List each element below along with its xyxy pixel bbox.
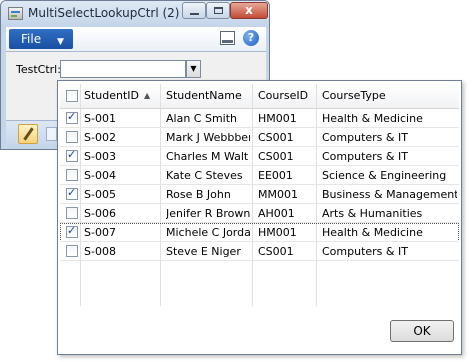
window-title: MultiSelectLookupCtrl (2)	[28, 6, 180, 20]
table-row[interactable]: ✓ S-008 Steve E Niger CS001 Computers & IT	[60, 242, 459, 261]
table-row[interactable]: ✓ S-005 Rose B John MM001 Business & Managem…	[60, 185, 459, 204]
cell-courseid: CS001	[258, 150, 294, 163]
row-checkbox[interactable]: ✓	[66, 245, 78, 257]
grid-header: ✓ StudentID ▲ StudentName CourseID Cours…	[60, 84, 459, 109]
cell-studentname: Alan C Smith	[166, 112, 238, 125]
column-header-studentname[interactable]: StudentName	[166, 84, 242, 108]
column-header-coursetype[interactable]: CourseType	[322, 84, 386, 108]
lookup-dropdown-button[interactable]: ▼	[186, 60, 201, 78]
cell-studentid: S-006	[84, 207, 116, 220]
cell-courseid: CS001	[258, 245, 294, 258]
row-checkbox[interactable]: ✓	[66, 169, 78, 181]
ok-button[interactable]: OK	[390, 320, 454, 342]
minimize-icon	[190, 13, 199, 15]
table-row[interactable]: ✓ S-004 Kate C Steves EE001 Science & Engine…	[60, 166, 459, 185]
chevron-down-icon: ▼	[57, 37, 64, 47]
table-row[interactable]: ✓ S-002 Mark J Webbber CS001 Computers & IT	[60, 128, 459, 147]
cell-studentid: S-007	[84, 226, 116, 239]
cell-coursetype: Health & Medicine	[322, 226, 423, 239]
check-icon: ✓	[67, 148, 77, 161]
cell-studentid: S-008	[84, 245, 116, 258]
cell-courseid: HM001	[258, 112, 297, 125]
menu-bar: File ▼ ?	[6, 27, 266, 52]
check-icon: ✓	[67, 224, 77, 237]
multi-select-lookup: ✓ StudentID ▲ StudentName CourseID Cours…	[57, 80, 462, 355]
maximize-icon	[214, 7, 223, 14]
lookup-grid: ✓ StudentID ▲ StudentName CourseID Cours…	[60, 84, 459, 306]
sort-ascending-icon: ▲	[144, 91, 151, 100]
file-menu-label: File	[21, 32, 42, 46]
cell-studentname: Jenifer R Brown	[166, 207, 250, 220]
column-header-courseid[interactable]: CourseID	[258, 84, 308, 108]
cell-studentid: S-003	[84, 150, 116, 163]
row-divider	[60, 260, 459, 261]
close-button[interactable]: x	[230, 2, 268, 19]
cell-courseid: AH001	[258, 207, 295, 220]
row-checkbox[interactable]: ✓	[66, 224, 78, 238]
table-row[interactable]: ✓ S-007 Michele C Jordan HM001 Health & Medi…	[60, 223, 459, 242]
cell-coursetype: Computers & IT	[322, 131, 408, 144]
layout-icon[interactable]	[220, 31, 235, 45]
cell-studentid: S-005	[84, 188, 116, 201]
table-row[interactable]: ✓ S-001 Alan C Smith HM001 Health & Medicine	[60, 109, 459, 128]
help-icon[interactable]: ?	[243, 30, 259, 46]
cell-courseid: CS001	[258, 131, 294, 144]
check-icon: ✓	[67, 186, 77, 199]
cell-coursetype: Computers & IT	[322, 150, 408, 163]
cell-coursetype: Health & Medicine	[322, 112, 423, 125]
row-checkbox[interactable]: ✓	[66, 131, 78, 143]
check-icon: ✓	[67, 110, 77, 123]
cell-studentid: S-004	[84, 169, 116, 182]
cell-coursetype: Arts & Humanities	[322, 207, 423, 220]
cell-studentname: Steve E Niger	[166, 245, 241, 258]
cell-courseid: EE001	[258, 169, 293, 182]
cell-studentname: Charles M Walt	[166, 150, 249, 163]
cell-studentid: S-001	[84, 112, 116, 125]
testctrl-label: TestCtrl:	[16, 63, 61, 76]
app-icon	[8, 7, 23, 20]
cell-courseid: HM001	[258, 226, 297, 239]
select-all-checkbox[interactable]: ✓	[66, 90, 78, 102]
cell-coursetype: Business & Management	[322, 188, 457, 201]
minimize-button[interactable]	[182, 2, 206, 19]
testctrl-input[interactable]	[60, 60, 186, 78]
cell-studentname: Mark J Webbber	[166, 131, 250, 144]
file-menu-button[interactable]: File ▼	[9, 29, 73, 49]
row-checkbox[interactable]: ✓	[66, 186, 78, 200]
table-row[interactable]: ✓ S-006 Jenifer R Brown AH001 Arts & Humanit…	[60, 204, 459, 223]
maximize-button[interactable]	[206, 2, 230, 19]
cell-courseid: MM001	[258, 188, 298, 201]
column-header-studentid-label: StudentID	[84, 89, 140, 102]
cell-coursetype: Science & Engineering	[322, 169, 447, 182]
row-checkbox[interactable]: ✓	[66, 148, 78, 162]
column-header-studentid[interactable]: StudentID ▲	[84, 84, 160, 108]
copy-icon[interactable]	[46, 127, 57, 141]
cell-studentname: Kate C Steves	[166, 169, 243, 182]
cell-studentname: Michele C Jordan	[166, 226, 250, 239]
edit-icon[interactable]	[18, 124, 38, 144]
table-row[interactable]: ✓ S-003 Charles M Walt CS001 Computers & IT	[60, 147, 459, 166]
row-checkbox[interactable]: ✓	[66, 110, 78, 124]
title-bar[interactable]: MultiSelectLookupCtrl (2) x	[1, 1, 269, 27]
cell-studentid: S-002	[84, 131, 116, 144]
cell-studentname: Rose B John	[166, 188, 231, 201]
cell-coursetype: Computers & IT	[322, 245, 408, 258]
row-checkbox[interactable]: ✓	[66, 207, 78, 219]
